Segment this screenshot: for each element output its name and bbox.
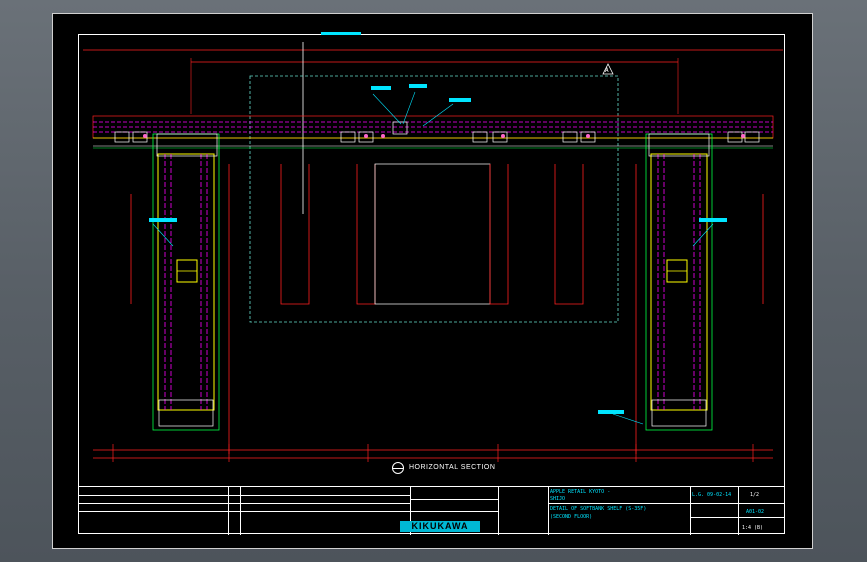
right-column <box>645 133 713 431</box>
drawing-date: L.G. 09-02-14 <box>692 492 732 498</box>
project-name-line2: SHIJO <box>550 496 566 502</box>
project-name-line1: APPLE RETAIL KYOTO - <box>550 489 611 495</box>
drawing-scale: 1:4 (B) <box>742 525 764 531</box>
kikukawa-logo: KIKUKAWA <box>400 521 480 532</box>
top-beam-band <box>92 115 774 149</box>
drawing-number: A01-02 <box>746 509 765 515</box>
glass-outline-dashed <box>249 75 619 323</box>
drawing-title-line1: DETAIL OF SOFTBANK SHELF (S-35F) <box>550 506 647 512</box>
cad-viewport[interactable]: A HORIZONTAL SECTION APPLE RETAIL KYOTO … <box>0 0 867 562</box>
callout-text-blocks <box>149 32 727 414</box>
section-title: HORIZONTAL SECTION <box>409 464 496 471</box>
drawing-title-line2: (SECOND FLOOR) <box>550 514 593 520</box>
callout-leaders <box>152 91 714 425</box>
section-marker-symbol <box>392 462 404 474</box>
bottom-dimensions <box>93 444 773 462</box>
anchor-dots <box>143 134 745 138</box>
svg-text:A: A <box>605 67 609 74</box>
drawing-sheet[interactable]: A HORIZONTAL SECTION APPLE RETAIL KYOTO … <box>52 13 813 549</box>
sheet-number: 1/2 <box>750 492 760 498</box>
left-column <box>152 133 220 431</box>
